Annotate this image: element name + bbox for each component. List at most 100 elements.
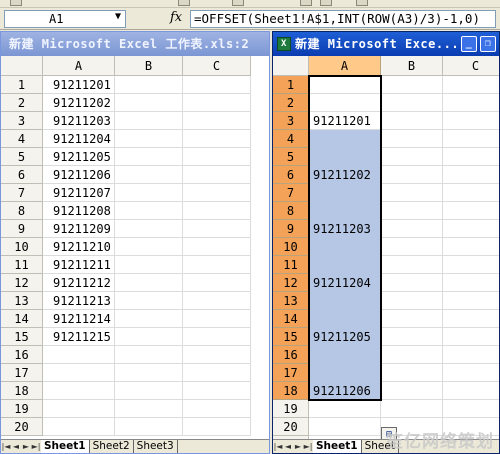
row-header[interactable]: 5	[1, 148, 43, 166]
cell[interactable]	[309, 256, 381, 274]
cell[interactable]: 91211212	[43, 274, 115, 292]
cell[interactable]	[115, 202, 183, 220]
cell[interactable]	[115, 400, 183, 418]
cell[interactable]	[443, 274, 499, 292]
select-all-corner[interactable]	[273, 56, 309, 76]
cell[interactable]	[115, 238, 183, 256]
cell[interactable]	[115, 364, 183, 382]
row-header[interactable]: 10	[273, 238, 309, 256]
cell[interactable]	[183, 148, 251, 166]
sheet-tab[interactable]: Sheet1	[41, 440, 90, 453]
row-header[interactable]: 2	[1, 94, 43, 112]
cell[interactable]	[309, 202, 381, 220]
row-header[interactable]: 17	[273, 364, 309, 382]
row-header[interactable]: 8	[273, 202, 309, 220]
sheet-nav-button[interactable]: |◄	[1, 440, 11, 453]
cell[interactable]: 91211202	[309, 166, 381, 184]
row-header[interactable]: 7	[273, 184, 309, 202]
cell[interactable]	[309, 292, 381, 310]
cell[interactable]: 91211214	[43, 310, 115, 328]
cell[interactable]	[309, 400, 381, 418]
cell[interactable]	[183, 328, 251, 346]
row-header[interactable]: 15	[1, 328, 43, 346]
cell[interactable]	[381, 166, 443, 184]
row-header[interactable]: 20	[273, 418, 309, 436]
cell[interactable]	[183, 202, 251, 220]
cell[interactable]: 91211211	[43, 256, 115, 274]
toolbar-icon[interactable]	[10, 0, 22, 6]
cell[interactable]	[115, 148, 183, 166]
sheet-tab[interactable]: Sheet1	[313, 440, 362, 453]
column-header[interactable]: C	[183, 56, 251, 76]
cell[interactable]: 91211209	[43, 220, 115, 238]
cell[interactable]	[381, 328, 443, 346]
cell[interactable]	[115, 256, 183, 274]
insert-function-icon[interactable]: fx	[170, 10, 182, 25]
row-header[interactable]: 7	[1, 184, 43, 202]
sheet-nav-button[interactable]: ◄	[11, 440, 21, 453]
row-header[interactable]: 13	[273, 292, 309, 310]
cell[interactable]	[381, 346, 443, 364]
cell[interactable]	[183, 166, 251, 184]
cell[interactable]	[381, 184, 443, 202]
row-header[interactable]: 9	[1, 220, 43, 238]
cell[interactable]	[443, 220, 499, 238]
cell[interactable]	[381, 220, 443, 238]
column-header[interactable]: C	[443, 56, 499, 76]
row-header[interactable]: 6	[273, 166, 309, 184]
row-header[interactable]: 11	[273, 256, 309, 274]
cell[interactable]: 91211208	[43, 202, 115, 220]
workbook-window-1[interactable]: 新建 Microsoft Excel 工作表.xls:2 A B C 1 9121120…	[0, 31, 270, 454]
cell[interactable]	[381, 238, 443, 256]
cell[interactable]	[443, 112, 499, 130]
cell[interactable]	[183, 292, 251, 310]
row-header[interactable]: 17	[1, 364, 43, 382]
sheet-nav-button[interactable]: ►	[293, 440, 303, 453]
cell[interactable]	[381, 94, 443, 112]
sheet-tab[interactable]: Sheet2	[90, 440, 134, 453]
row-header[interactable]: 15	[273, 328, 309, 346]
toolbar-icon[interactable]	[320, 0, 332, 6]
cell[interactable]	[115, 328, 183, 346]
cell[interactable]	[183, 346, 251, 364]
cell[interactable]	[443, 202, 499, 220]
cell[interactable]	[381, 202, 443, 220]
sheet-nav-button[interactable]: ►|	[303, 440, 313, 453]
cell[interactable]	[183, 76, 251, 94]
row-header[interactable]: 20	[1, 418, 43, 436]
row-header[interactable]: 12	[1, 274, 43, 292]
cell[interactable]	[443, 346, 499, 364]
row-header[interactable]: 4	[273, 130, 309, 148]
cell[interactable]	[183, 94, 251, 112]
cell[interactable]	[115, 346, 183, 364]
cell[interactable]	[381, 256, 443, 274]
cell[interactable]	[309, 310, 381, 328]
row-header[interactable]: 9	[273, 220, 309, 238]
column-header[interactable]: B	[115, 56, 183, 76]
cell[interactable]	[183, 256, 251, 274]
cell[interactable]	[443, 400, 499, 418]
cell[interactable]	[115, 310, 183, 328]
cell[interactable]	[183, 310, 251, 328]
column-header[interactable]: A	[309, 56, 381, 76]
cell[interactable]	[309, 346, 381, 364]
cell[interactable]	[115, 130, 183, 148]
cell[interactable]: 91211210	[43, 238, 115, 256]
row-header[interactable]: 18	[273, 382, 309, 400]
row-header[interactable]: 12	[273, 274, 309, 292]
cell[interactable]	[43, 364, 115, 382]
cell[interactable]: 91211205	[43, 148, 115, 166]
sheet-nav-button[interactable]: |◄	[273, 440, 283, 453]
sheet-nav-button[interactable]: ►|	[31, 440, 41, 453]
cell[interactable]	[309, 130, 381, 148]
select-all-corner[interactable]	[1, 56, 43, 76]
cell[interactable]	[183, 274, 251, 292]
cell[interactable]	[443, 184, 499, 202]
row-header[interactable]: 19	[273, 400, 309, 418]
cell[interactable]	[443, 166, 499, 184]
cell[interactable]	[183, 400, 251, 418]
cell[interactable]	[115, 94, 183, 112]
cell[interactable]	[381, 364, 443, 382]
cell[interactable]	[381, 400, 443, 418]
cell[interactable]	[381, 76, 443, 94]
